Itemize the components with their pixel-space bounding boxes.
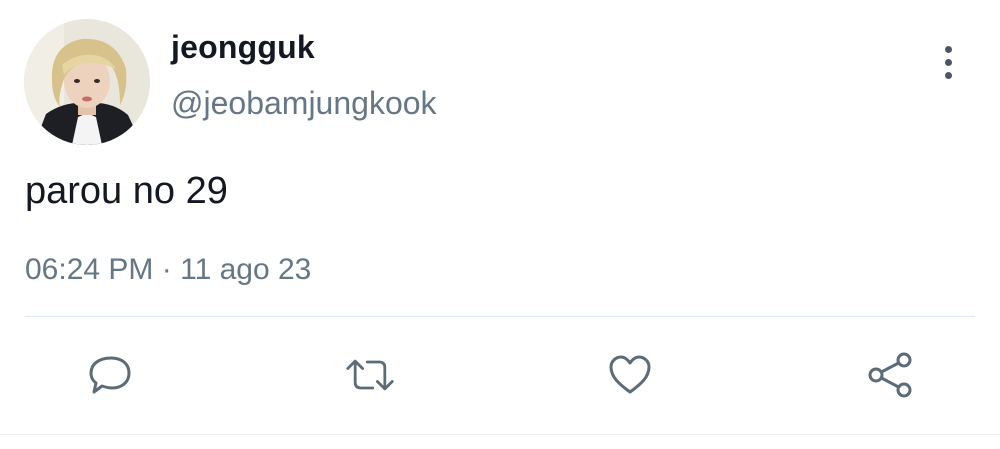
tweet-timestamp: 06:24 PM · 11 ago 23 bbox=[25, 253, 311, 287]
more-dot bbox=[944, 71, 952, 79]
bottom-divider bbox=[0, 434, 1000, 435]
divider bbox=[25, 316, 975, 317]
tweet-card: jeongguk @jeobamjungkook parou no 29 06:… bbox=[0, 0, 1000, 449]
meta-separator: · bbox=[161, 253, 172, 286]
author-handle[interactable]: @jeobamjungkook bbox=[171, 85, 437, 122]
reply-button[interactable] bbox=[85, 350, 135, 400]
avatar[interactable] bbox=[24, 19, 150, 145]
more-dot bbox=[944, 58, 952, 66]
tweet-text: parou no 29 bbox=[25, 170, 228, 212]
reply-icon bbox=[89, 356, 131, 394]
like-button[interactable] bbox=[605, 350, 655, 400]
like-icon bbox=[609, 355, 651, 394]
retweet-button[interactable] bbox=[345, 350, 395, 400]
more-dot bbox=[944, 45, 952, 53]
author-display-name[interactable]: jeongguk bbox=[171, 29, 315, 66]
share-button[interactable] bbox=[865, 350, 915, 400]
retweet-icon bbox=[346, 359, 394, 391]
more-options-icon[interactable] bbox=[932, 42, 964, 82]
tweet-time: 06:24 PM bbox=[25, 253, 154, 286]
tweet-date: 11 ago 23 bbox=[180, 253, 312, 286]
share-icon bbox=[868, 352, 912, 398]
